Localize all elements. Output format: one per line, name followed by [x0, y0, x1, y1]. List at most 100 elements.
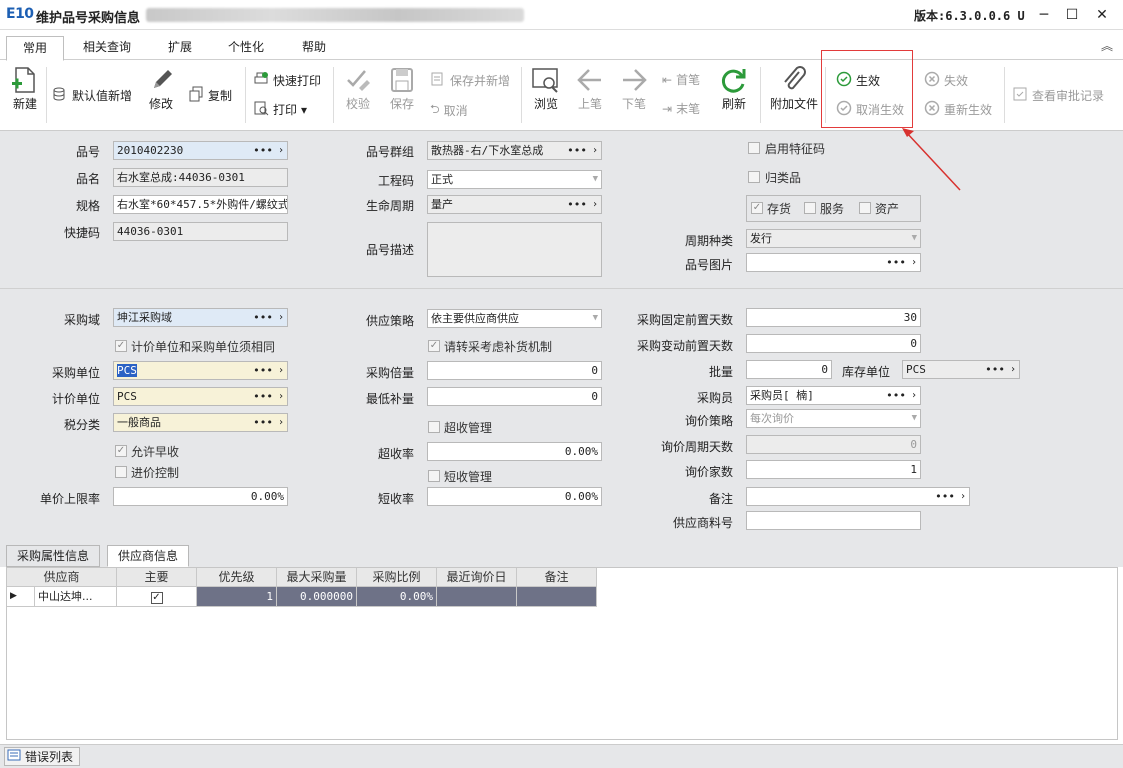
more-icon[interactable]: ••• — [253, 362, 273, 379]
over-receive-checkbox[interactable] — [428, 421, 440, 433]
tab-purchase-attr[interactable]: 采购属性信息 — [6, 545, 101, 567]
refresh-button[interactable]: 刷新 — [714, 65, 754, 112]
cell-priority[interactable]: 1 — [197, 587, 277, 607]
price-unit-field[interactable]: PCS ••• › — [113, 387, 288, 406]
more-icon[interactable]: ••• — [935, 488, 955, 505]
save-and-new-button[interactable]: 保存并新增 — [430, 71, 510, 90]
tab-common[interactable]: 常用 — [6, 36, 65, 61]
more-icon[interactable]: ••• — [886, 387, 906, 404]
supplier-part-field[interactable] — [746, 511, 921, 530]
save-button[interactable]: 保存 — [382, 65, 422, 112]
quick-print-button[interactable]: 快速打印 — [253, 71, 321, 90]
next-button[interactable]: 下笔 — [614, 65, 654, 112]
stock-checkbox[interactable]: ✓ — [751, 202, 763, 214]
tab-personalize[interactable]: 个性化 — [220, 36, 272, 60]
allow-early-checkbox[interactable]: ✓ — [115, 445, 127, 457]
short-receive-checkbox[interactable] — [428, 470, 440, 482]
collapse-ribbon-icon[interactable]: ︽ — [1101, 37, 1113, 54]
tab-extend[interactable]: 扩展 — [160, 36, 200, 60]
col-max-qty[interactable]: 最大采购量 — [277, 568, 357, 587]
print-button[interactable]: 打印 ▾ — [253, 100, 307, 119]
service-checkbox[interactable] — [804, 202, 816, 214]
main-checkbox[interactable]: ✓ — [150, 592, 163, 604]
cycle-type-select[interactable]: 发行 ▼ — [746, 229, 921, 248]
inquiry-cycle-field[interactable]: 0 — [746, 435, 921, 454]
item-group-field[interactable]: 散热器-右/下水室总成 ••• › — [427, 141, 602, 160]
cell-last-inquiry[interactable] — [437, 587, 517, 607]
price-control-checkbox[interactable] — [115, 466, 127, 478]
paperclip-icon — [766, 65, 822, 95]
stock-unit-field[interactable]: PCS ••• › — [902, 360, 1020, 379]
edit-button[interactable]: 修改 — [141, 65, 181, 112]
col-priority[interactable]: 优先级 — [197, 568, 277, 587]
cell-max-qty[interactable]: 0.000000 — [277, 587, 357, 607]
cell-remark[interactable] — [517, 587, 597, 607]
check-button[interactable]: 校验 — [338, 65, 378, 112]
var-lead-field[interactable]: 0 — [746, 334, 921, 353]
item-name-field[interactable]: 右水室总成:44036-0301 — [113, 168, 288, 187]
maximize-button[interactable]: ☐ — [1059, 4, 1085, 26]
more-icon[interactable]: ••• — [567, 142, 587, 159]
tax-class-field[interactable]: 一般商品 ••• › — [113, 413, 288, 432]
asset-checkbox[interactable] — [859, 202, 871, 214]
over-rate-field[interactable]: 0.00% — [427, 442, 602, 461]
new-button[interactable]: 新建 — [5, 65, 45, 112]
invalid-button[interactable]: 失效 — [924, 71, 968, 90]
life-cycle-field[interactable]: 量产 ••• › — [427, 195, 602, 214]
classified-checkbox[interactable] — [748, 171, 760, 183]
item-no-field[interactable]: 2010402230 ••• › — [113, 141, 288, 160]
more-icon[interactable]: ••• — [253, 142, 273, 159]
more-icon[interactable]: ••• — [985, 361, 1005, 378]
quick-code-field[interactable]: 44036-0301 — [113, 222, 288, 241]
supply-strategy-select[interactable]: 依主要供应商供应 ▼ — [427, 309, 602, 328]
cancel-button[interactable]: ⮌ 取消 — [430, 100, 468, 121]
short-rate-field[interactable]: 0.00% — [427, 487, 602, 506]
same-unit-checkbox[interactable]: ✓ — [115, 340, 127, 352]
inquiry-count-field[interactable]: 1 — [746, 460, 921, 479]
enable-feature-checkbox[interactable] — [748, 142, 760, 154]
purchase-unit-field[interactable]: PCS ••• › — [113, 361, 288, 380]
fixed-lead-field[interactable]: 30 — [746, 308, 921, 327]
more-icon[interactable]: ••• — [567, 196, 587, 213]
tab-help[interactable]: 帮助 — [294, 36, 334, 60]
col-supplier[interactable]: 供应商 — [7, 568, 117, 587]
col-main[interactable]: 主要 — [117, 568, 197, 587]
prev-button[interactable]: 上笔 — [570, 65, 610, 112]
eng-code-select[interactable]: 正式 ▼ — [427, 170, 602, 189]
re-effective-button[interactable]: 重新生效 — [924, 100, 992, 119]
minimize-button[interactable]: ─ — [1031, 4, 1057, 26]
last-button[interactable]: ⇥ 末笔 — [662, 100, 700, 117]
first-button[interactable]: ⇤ 首笔 — [662, 71, 700, 88]
min-replenish-field[interactable]: 0 — [427, 387, 602, 406]
batch-field[interactable]: 0 — [746, 360, 832, 379]
copy-button[interactable]: 复制 — [188, 86, 232, 105]
tab-supplier-info[interactable]: 供应商信息 — [107, 545, 190, 567]
col-ratio[interactable]: 采购比例 — [357, 568, 437, 587]
cell-main[interactable]: ✓ — [117, 587, 197, 607]
more-icon[interactable]: ••• — [253, 414, 273, 431]
price-upper-field[interactable]: 0.00% — [113, 487, 288, 506]
error-list-tab[interactable]: 错误列表 — [4, 747, 81, 766]
more-icon[interactable]: ••• — [253, 309, 273, 326]
replenish-checkbox[interactable]: ✓ — [428, 340, 440, 352]
buyer-field[interactable]: 采购员[ 楠] ••• › — [746, 386, 921, 405]
col-remark[interactable]: 备注 — [517, 568, 597, 587]
more-icon[interactable]: ••• — [253, 388, 273, 405]
purchase-domain-field[interactable]: 坤江采购域 ••• › — [113, 308, 288, 327]
attach-file-button[interactable]: 附加文件 — [766, 65, 822, 112]
close-button[interactable]: ✕ — [1089, 4, 1115, 26]
item-image-field[interactable]: ••• › — [746, 253, 921, 272]
purchase-multiple-field[interactable]: 0 — [427, 361, 602, 380]
browse-button[interactable]: 浏览 — [526, 65, 566, 112]
more-icon[interactable]: ••• — [886, 254, 906, 271]
desc-textarea[interactable] — [427, 222, 602, 277]
inquiry-strategy-select[interactable]: 每次询价 ▼ — [746, 409, 921, 428]
default-new-button[interactable]: 默认值新增 — [52, 86, 132, 105]
remark-field[interactable]: ••• › — [746, 487, 970, 506]
col-last-inquiry[interactable]: 最近询价日 — [437, 568, 517, 587]
view-approval-button[interactable]: 查看审批记录 — [1012, 86, 1104, 105]
tab-related-query[interactable]: 相关查询 — [75, 36, 139, 60]
spec-field[interactable]: 右水室*60*457.5*外购件/螺纹式 — [113, 195, 288, 214]
cell-ratio[interactable]: 0.00% — [357, 587, 437, 607]
cell-supplier[interactable]: 中山达坤... — [35, 587, 117, 607]
